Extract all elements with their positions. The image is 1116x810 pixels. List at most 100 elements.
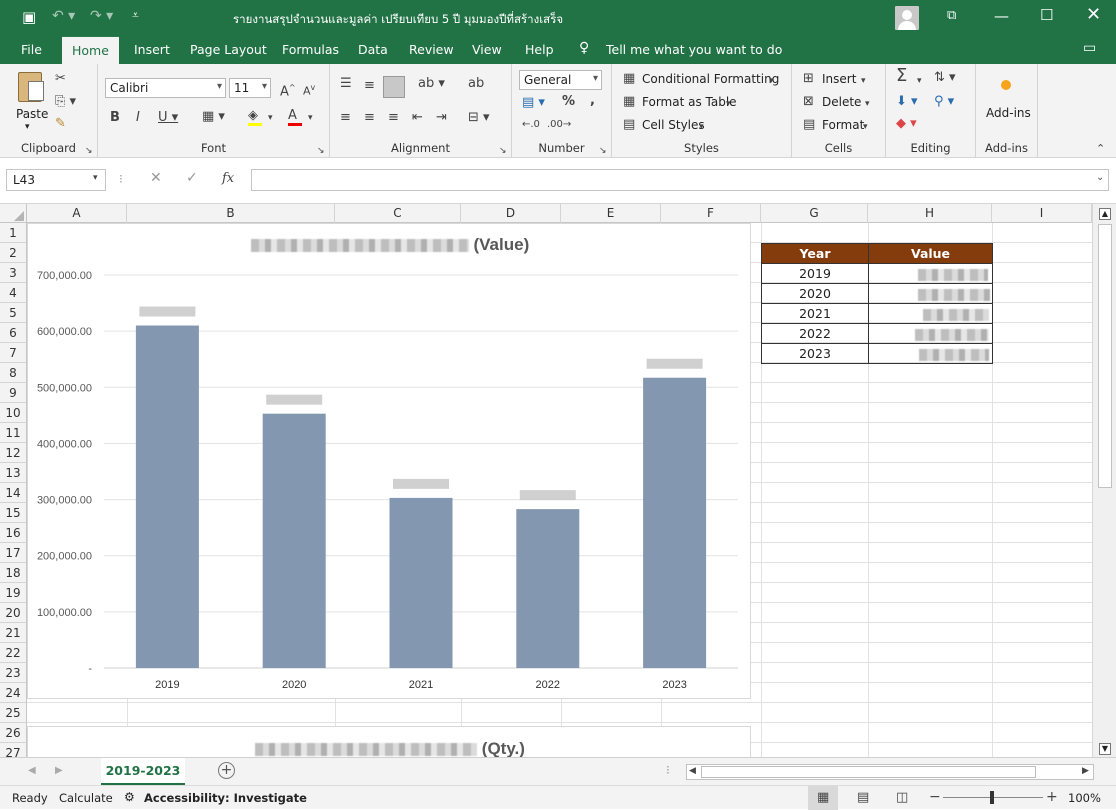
font-color-dropdown-icon[interactable]: ▾ xyxy=(308,111,313,125)
accounting-format-icon[interactable]: ▤ ▾ xyxy=(522,96,545,110)
number-format-select[interactable]: General xyxy=(519,70,602,90)
clear-icon[interactable]: ◆ ▾ xyxy=(896,117,917,131)
avatar[interactable] xyxy=(895,6,919,30)
zoom-slider-thumb[interactable] xyxy=(990,791,994,804)
row-header-13[interactable]: 13 xyxy=(0,463,26,483)
sheet-tab-2019-2023[interactable]: 2019-2023 xyxy=(101,758,185,785)
bar-2019[interactable] xyxy=(135,325,199,668)
zoom-out-icon[interactable]: − xyxy=(929,789,941,805)
underline-icon[interactable]: U ▾ xyxy=(158,111,178,125)
copy-icon[interactable]: ⎘ ▾ xyxy=(55,95,76,109)
table-header-value[interactable]: Value xyxy=(868,243,993,264)
page-layout-view-icon[interactable]: ▤ xyxy=(857,790,869,805)
enter-check-icon[interactable]: ✓ xyxy=(186,170,198,186)
insert-cells-button[interactable]: Insert xyxy=(822,72,856,86)
row-header-23[interactable]: 23 xyxy=(0,663,26,683)
row-header-15[interactable]: 15 xyxy=(0,503,26,523)
add-ins-button[interactable]: Add-ins xyxy=(986,106,1031,120)
clipboard-launcher-icon[interactable]: ↘ xyxy=(85,144,93,158)
bar-2021[interactable] xyxy=(389,497,453,668)
scroll-left-icon[interactable]: ◀ xyxy=(689,766,696,776)
tab-data[interactable]: Data xyxy=(358,42,388,57)
status-calculate[interactable]: Calculate xyxy=(59,791,113,805)
zoom-level[interactable]: 100% xyxy=(1068,791,1101,805)
comments-icon[interactable]: ▭ xyxy=(1083,40,1096,56)
year-cell[interactable]: 2021 xyxy=(761,303,869,324)
fill-icon[interactable]: ⬇ ▾ xyxy=(896,95,918,109)
qty-chart[interactable]: (Qty.) xyxy=(27,726,751,757)
close-icon[interactable]: ✕ xyxy=(1086,4,1101,25)
font-color-icon[interactable]: A xyxy=(288,109,302,126)
name-box[interactable]: L43 xyxy=(6,169,106,191)
paste-dropdown-icon[interactable]: ▾ xyxy=(25,122,30,132)
undo-icon[interactable]: ↶ ▾ xyxy=(52,8,75,24)
scroll-down-icon[interactable]: ▼ xyxy=(1099,743,1111,755)
accessibility-status[interactable]: Accessibility: Investigate xyxy=(144,791,307,805)
tab-view[interactable]: View xyxy=(472,42,502,57)
column-header-i[interactable]: I xyxy=(992,204,1092,223)
row-header-6[interactable]: 6 xyxy=(0,323,26,343)
ribbon-display-icon[interactable]: ⧉ xyxy=(947,8,956,23)
fill-color-icon[interactable]: ◈ xyxy=(248,109,262,126)
normal-view-icon[interactable]: ▦ xyxy=(808,786,838,810)
tab-page-layout[interactable]: Page Layout xyxy=(190,42,267,57)
insert-cells-dropdown-icon[interactable]: ▾ xyxy=(861,74,866,88)
alignment-launcher-icon[interactable]: ↘ xyxy=(499,144,507,158)
table-header-year[interactable]: Year xyxy=(761,243,869,264)
expand-formula-icon[interactable]: ⌄ xyxy=(1096,172,1104,183)
tab-file[interactable]: File xyxy=(21,42,42,57)
formula-input[interactable] xyxy=(251,169,1109,191)
maximize-icon[interactable]: ☐ xyxy=(1040,6,1053,24)
wrap-text-icon[interactable]: ab xyxy=(468,77,484,91)
worksheet-grid[interactable]: (Value) -100,000.00 200,000.00 300,000.00 4… xyxy=(27,223,1092,757)
autosum-icon[interactable]: Σ xyxy=(896,67,907,85)
percent-icon[interactable]: % xyxy=(562,95,575,109)
borders-icon[interactable]: ▦ ▾ xyxy=(202,110,225,124)
column-header-g[interactable]: G xyxy=(761,204,868,223)
bar-2020[interactable] xyxy=(262,413,326,668)
row-header-8[interactable]: 8 xyxy=(0,363,26,383)
value-cell-redacted[interactable] xyxy=(868,263,993,284)
tab-split-handle-icon[interactable]: ⁝ xyxy=(666,763,670,777)
value-cell-redacted[interactable] xyxy=(868,323,993,344)
align-left-icon[interactable]: ≡ xyxy=(340,111,351,125)
vertical-scrollbar[interactable]: ▲ ▼ xyxy=(1092,204,1116,757)
paste-icon[interactable] xyxy=(18,72,44,102)
delete-cells-button[interactable]: Delete xyxy=(822,95,861,109)
cancel-entry-icon[interactable]: ✕ xyxy=(150,170,162,186)
horizontal-scroll-thumb[interactable] xyxy=(701,766,1036,778)
format-cells-dropdown-icon[interactable]: ▾ xyxy=(863,120,868,134)
next-sheet-icon[interactable]: ▶ xyxy=(55,765,63,776)
bold-icon[interactable]: B xyxy=(110,111,120,125)
row-header-10[interactable]: 10 xyxy=(0,403,26,423)
row-header-25[interactable]: 25 xyxy=(0,703,26,723)
zoom-in-icon[interactable]: + xyxy=(1046,789,1058,805)
row-header-4[interactable]: 4 xyxy=(0,283,26,303)
horizontal-scrollbar[interactable]: ◀ ▶ xyxy=(686,764,1094,780)
year-cell[interactable]: 2023 xyxy=(761,343,869,364)
row-header-14[interactable]: 14 xyxy=(0,483,26,503)
conditional-formatting-dropdown-icon[interactable]: ▾ xyxy=(769,74,774,88)
italic-icon[interactable]: I xyxy=(136,111,140,125)
new-sheet-icon[interactable]: + xyxy=(218,762,235,779)
row-header-17[interactable]: 17 xyxy=(0,543,26,563)
autosum-dropdown-icon[interactable]: ▾ xyxy=(917,74,922,88)
conditional-formatting-button[interactable]: Conditional Formatting xyxy=(642,72,779,86)
font-launcher-icon[interactable]: ↘ xyxy=(317,144,325,158)
collapse-ribbon-icon[interactable]: ⌃ xyxy=(1096,142,1105,156)
format-as-table-dropdown-icon[interactable]: ▾ xyxy=(726,97,731,111)
decrease-font-icon[interactable]: Av xyxy=(303,81,315,99)
decrease-decimal-icon[interactable]: .00→ xyxy=(547,118,571,132)
align-right-icon[interactable]: ≡ xyxy=(388,111,399,125)
year-cell[interactable]: 2019 xyxy=(761,263,869,284)
top-align-icon[interactable]: ☰ xyxy=(340,77,352,91)
vertical-scroll-thumb[interactable] xyxy=(1098,224,1112,488)
insert-function-icon[interactable]: fx xyxy=(222,171,234,186)
column-header-b[interactable]: B xyxy=(127,204,335,223)
column-header-c[interactable]: C xyxy=(335,204,461,223)
bar-2022[interactable] xyxy=(516,509,580,668)
format-painter-icon[interactable]: ✎ xyxy=(55,117,66,131)
year-cell[interactable]: 2022 xyxy=(761,323,869,344)
minimize-icon[interactable]: — xyxy=(994,7,1009,25)
customize-qat-icon[interactable]: ⩡ xyxy=(132,8,139,23)
